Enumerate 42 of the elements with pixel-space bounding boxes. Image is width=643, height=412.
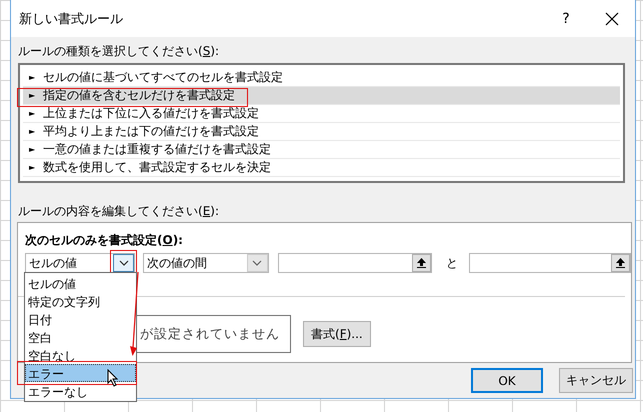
close-icon (605, 12, 619, 26)
marker-icon: ► (29, 127, 36, 136)
marker-icon: ► (29, 145, 36, 154)
panel-heading: 次のセルのみを書式設定(O): (25, 232, 184, 248)
rule-type-text: 指定の値を含むセルだけを書式設定 (43, 87, 236, 104)
rule-type-item[interactable]: ► 指定の値を含むセルだけを書式設定 (23, 87, 620, 105)
rule-type-text: セルの値に基づいてすべてのセルを書式設定 (43, 69, 284, 86)
help-button[interactable]: ? (543, 4, 589, 34)
window-title: 新しい書式ルール (19, 10, 124, 28)
rule-type-item[interactable]: ► 一意の値または重複する値だけを書式設定 (23, 141, 620, 159)
dropdown-button[interactable] (246, 254, 268, 272)
format-button[interactable]: 書式(F)... (303, 321, 371, 347)
range-select-button[interactable] (412, 254, 432, 272)
section-label: ルールの種類を選択してください(S): (18, 43, 220, 59)
value-field[interactable] (278, 253, 432, 273)
dialog-button[interactable]: OK (471, 368, 543, 393)
operator-combo[interactable]: 次の値の間 (142, 253, 269, 273)
rule-type-text: 数式を使用して、書式設定するセルを決定 (43, 159, 272, 176)
marker-icon: ► (29, 91, 36, 100)
rule-type-text: 平均より上または下の値だけを書式設定 (43, 123, 260, 140)
chevron-icon (118, 260, 128, 266)
dropdown-button[interactable] (113, 254, 134, 272)
and-label: と (446, 254, 458, 272)
chevron-icon (252, 260, 262, 266)
rule-type-item[interactable]: ► 上位または下位に入る値だけを書式設定 (23, 105, 620, 123)
value-field[interactable] (469, 253, 631, 273)
marker-icon: ► (29, 109, 36, 118)
marker-icon: ► (29, 73, 36, 82)
condition-combo[interactable]: セルの値 (25, 253, 135, 273)
marker-icon: ► (29, 163, 36, 172)
up-arrow-icon (616, 258, 625, 268)
dialog-button[interactable]: キャンセル (559, 368, 633, 393)
rule-type-item[interactable]: ► 平均より上または下の値だけを書式設定 (23, 123, 620, 141)
rule-type-item[interactable]: ► セルの値に基づいてすべてのセルを書式設定 (23, 69, 620, 87)
up-arrow-icon (417, 258, 426, 268)
mouse-pointer-icon (107, 369, 119, 387)
range-select-button[interactable] (610, 254, 630, 272)
section-label: ルールの内容を編集してください(E): (18, 203, 220, 219)
dropdown-option[interactable]: エラー (25, 364, 136, 382)
rule-type-text: 上位または下位に入る値だけを書式設定 (43, 105, 260, 122)
rule-type-text: 一意の値または重複する値だけを書式設定 (43, 141, 272, 158)
rule-type-item[interactable]: ► 数式を使用して、書式設定するセルを決定 (23, 159, 620, 177)
